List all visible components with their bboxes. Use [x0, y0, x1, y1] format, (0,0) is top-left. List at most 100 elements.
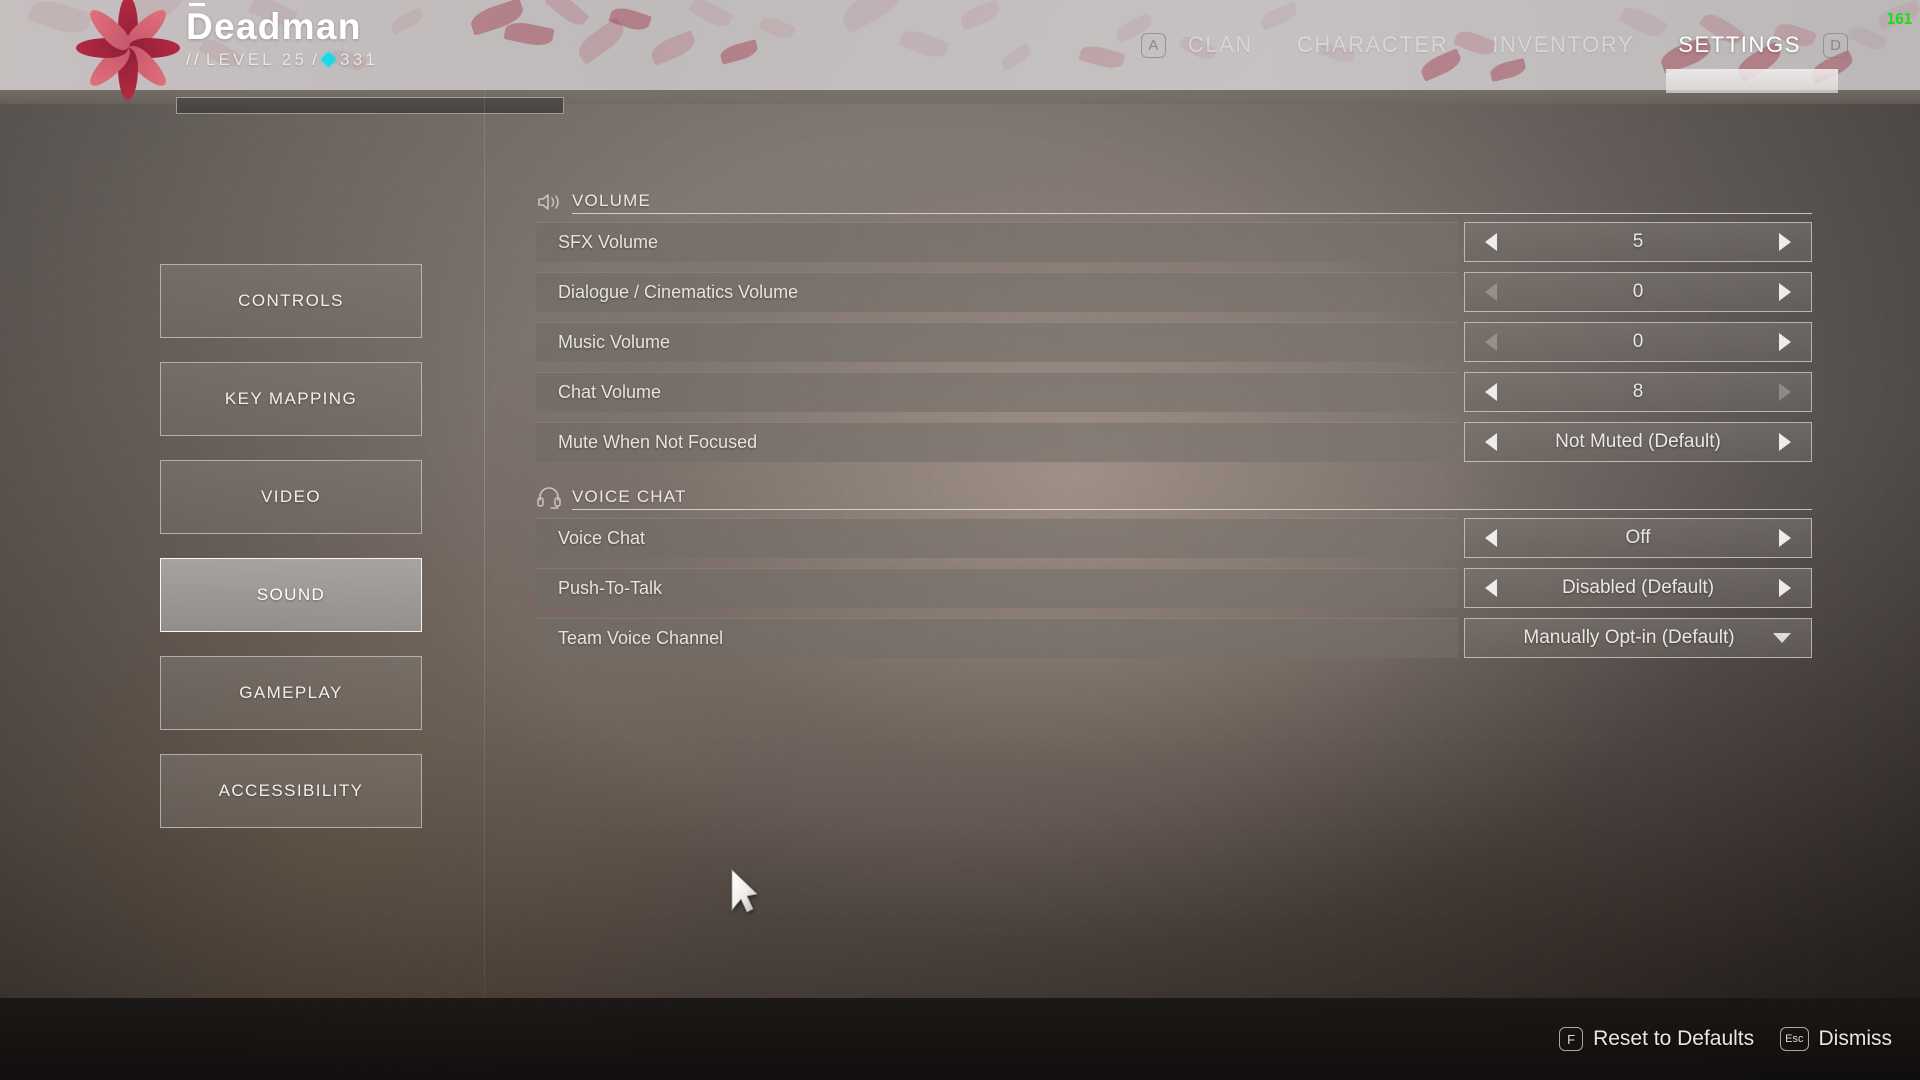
setting-label-team-voice-channel: Team Voice Channel	[536, 618, 1458, 658]
player-identity-block: Deadman // LEVEL 25 / 331	[186, 3, 378, 70]
setting-control-sfx-volume[interactable]: 5	[1464, 222, 1812, 262]
increment-arrow-icon[interactable]	[1779, 433, 1791, 451]
decrement-arrow-icon[interactable]	[1485, 529, 1497, 547]
setting-label-text: Dialogue / Cinematics Volume	[558, 282, 799, 302]
sidebar-item-gameplay[interactable]: GAMEPLAY	[160, 656, 422, 730]
setting-control-chat-volume[interactable]: 8	[1464, 372, 1812, 412]
leaf-decoration	[608, 4, 652, 34]
sidebar-item-key-mapping[interactable]: KEY MAPPING	[160, 362, 422, 436]
section-title: VOLUME	[572, 191, 651, 210]
increment-arrow-icon[interactable]	[1779, 283, 1791, 301]
sidebar-item-label: SOUND	[256, 585, 326, 604]
game-settings-screen: Deadman // LEVEL 25 / 331 A CLAN CHARACTER…	[0, 0, 1920, 1080]
leaf-decoration	[647, 30, 699, 66]
section-header-volume: VOLUME	[536, 186, 1812, 214]
diamond-icon	[320, 52, 337, 68]
setting-control-voice-chat[interactable]: Off	[1464, 518, 1812, 558]
nav-tab-settings[interactable]: SETTINGS D	[1656, 0, 1848, 93]
nav-tab-character[interactable]: CHARACTER	[1275, 0, 1470, 90]
section-header-voice-chat: VOICE CHAT	[536, 482, 1812, 510]
footer-action-label: Dismiss	[1818, 1027, 1893, 1050]
decrement-arrow-icon[interactable]	[1485, 333, 1497, 351]
decrement-arrow-icon[interactable]	[1485, 233, 1497, 251]
sidebar-item-label: ACCESSIBILITY	[218, 781, 364, 800]
xp-progress-fill	[177, 98, 563, 113]
decrement-arrow-icon[interactable]	[1485, 579, 1497, 597]
setting-label-text: Push-To-Talk	[558, 578, 663, 598]
sidebar-item-video[interactable]: VIDEO	[160, 460, 422, 534]
setting-value-sfx-volume: 5	[1632, 231, 1644, 252]
setting-label-sfx-volume: SFX Volume	[536, 222, 1458, 262]
nav-tab-clan[interactable]: A CLAN	[1140, 0, 1275, 90]
settings-row: Push-To-Talk Disabled (Default)	[536, 568, 1812, 608]
decrement-arrow-icon[interactable]	[1485, 283, 1497, 301]
leaf-decoration	[388, 7, 426, 35]
decrement-arrow-icon[interactable]	[1485, 383, 1497, 401]
section-title-underline: VOLUME	[572, 191, 1812, 214]
level-prefix: //	[186, 49, 202, 69]
keycap-d-icon: D	[1823, 32, 1848, 58]
name-macron-accent	[189, 3, 205, 6]
player-name: Deadman	[186, 3, 378, 47]
increment-arrow-icon[interactable]	[1779, 233, 1791, 251]
flower-emblem-icon	[76, 0, 180, 100]
nav-tab-label: SETTINGS	[1678, 32, 1801, 57]
setting-control-team-voice-channel[interactable]: Manually Opt-in (Default)	[1464, 618, 1812, 658]
setting-label-mute-when-not-focused: Mute When Not Focused	[536, 422, 1458, 462]
settings-row-group: Voice Chat Off Push-To-Talk Disabled (Defau…	[536, 518, 1812, 658]
settings-row: Music Volume 0	[536, 322, 1812, 362]
settings-row-group: SFX Volume 5 Dialogue / Cinematics Volume 0…	[536, 222, 1812, 462]
setting-control-mute-when-not-focused[interactable]: Not Muted (Default)	[1464, 422, 1812, 462]
speaker-icon	[536, 190, 562, 214]
increment-arrow-icon[interactable]	[1779, 579, 1791, 597]
nav-tab-inventory[interactable]: INVENTORY	[1470, 0, 1656, 90]
settings-row: SFX Volume 5	[536, 222, 1812, 262]
increment-arrow-icon[interactable]	[1779, 383, 1791, 401]
nav-tab-label: INVENTORY	[1492, 32, 1635, 57]
setting-label-text: SFX Volume	[558, 232, 659, 252]
setting-label-push-to-talk: Push-To-Talk	[536, 568, 1458, 608]
increment-arrow-icon[interactable]	[1779, 333, 1791, 351]
sidebar-item-accessibility[interactable]: ACCESSIBILITY	[160, 754, 422, 828]
chevron-down-icon[interactable]	[1773, 633, 1791, 643]
setting-control-push-to-talk[interactable]: Disabled (Default)	[1464, 568, 1812, 608]
sidebar-item-label: CONTROLS	[238, 291, 344, 310]
leaf-decoration	[898, 25, 950, 63]
section-title-underline: VOICE CHAT	[572, 487, 1812, 510]
leaf-decoration	[758, 13, 796, 43]
xp-progress-bar	[176, 97, 564, 114]
setting-value-mute-when-not-focused: Not Muted (Default)	[1555, 431, 1721, 452]
sidebar-item-sound[interactable]: SOUND	[160, 558, 422, 632]
section-title: VOICE CHAT	[572, 487, 687, 506]
setting-control-music-volume[interactable]: 0	[1464, 322, 1812, 362]
setting-value-chat-volume: 8	[1632, 381, 1644, 402]
setting-control-dialogue-cinematics-volume[interactable]: 0	[1464, 272, 1812, 312]
settings-row: Mute When Not Focused Not Muted (Default)	[536, 422, 1812, 462]
settings-row: Voice Chat Off	[536, 518, 1812, 558]
footer-action-reset-to-defaults[interactable]: F Reset to Defaults	[1559, 1027, 1754, 1051]
setting-value-team-voice-channel: Manually Opt-in (Default)	[1523, 627, 1735, 648]
panel-divider	[484, 90, 485, 1080]
increment-arrow-icon[interactable]	[1779, 529, 1791, 547]
power-value: 331	[340, 49, 379, 69]
footer-action-dismiss[interactable]: Esc Dismiss	[1780, 1027, 1892, 1051]
player-level-line: // LEVEL 25 / 331	[186, 50, 378, 70]
setting-label-music-volume: Music Volume	[536, 322, 1458, 362]
level-separator: /	[312, 49, 321, 69]
leaf-decoration	[544, 0, 590, 31]
footer-action-label: Reset to Defaults	[1593, 1027, 1755, 1050]
setting-label-chat-volume: Chat Volume	[536, 372, 1458, 412]
settings-row: Team Voice Channel Manually Opt-in (Defau…	[536, 618, 1812, 658]
leaf-decoration	[998, 42, 1034, 72]
setting-label-text: Voice Chat	[558, 528, 646, 548]
sidebar-item-controls[interactable]: CONTROLS	[160, 264, 422, 338]
setting-label-text: Music Volume	[558, 332, 671, 352]
leaf-decoration	[718, 39, 760, 65]
keycap-a-icon: A	[1140, 32, 1166, 58]
setting-label-text: Mute When Not Focused	[558, 432, 758, 452]
setting-value-music-volume: 0	[1632, 331, 1644, 352]
decrement-arrow-icon[interactable]	[1485, 433, 1497, 451]
nav-active-indicator	[1666, 69, 1838, 93]
setting-label-text: Team Voice Channel	[558, 628, 724, 648]
footer-bar: F Reset to Defaults Esc Dismiss	[0, 998, 1920, 1080]
